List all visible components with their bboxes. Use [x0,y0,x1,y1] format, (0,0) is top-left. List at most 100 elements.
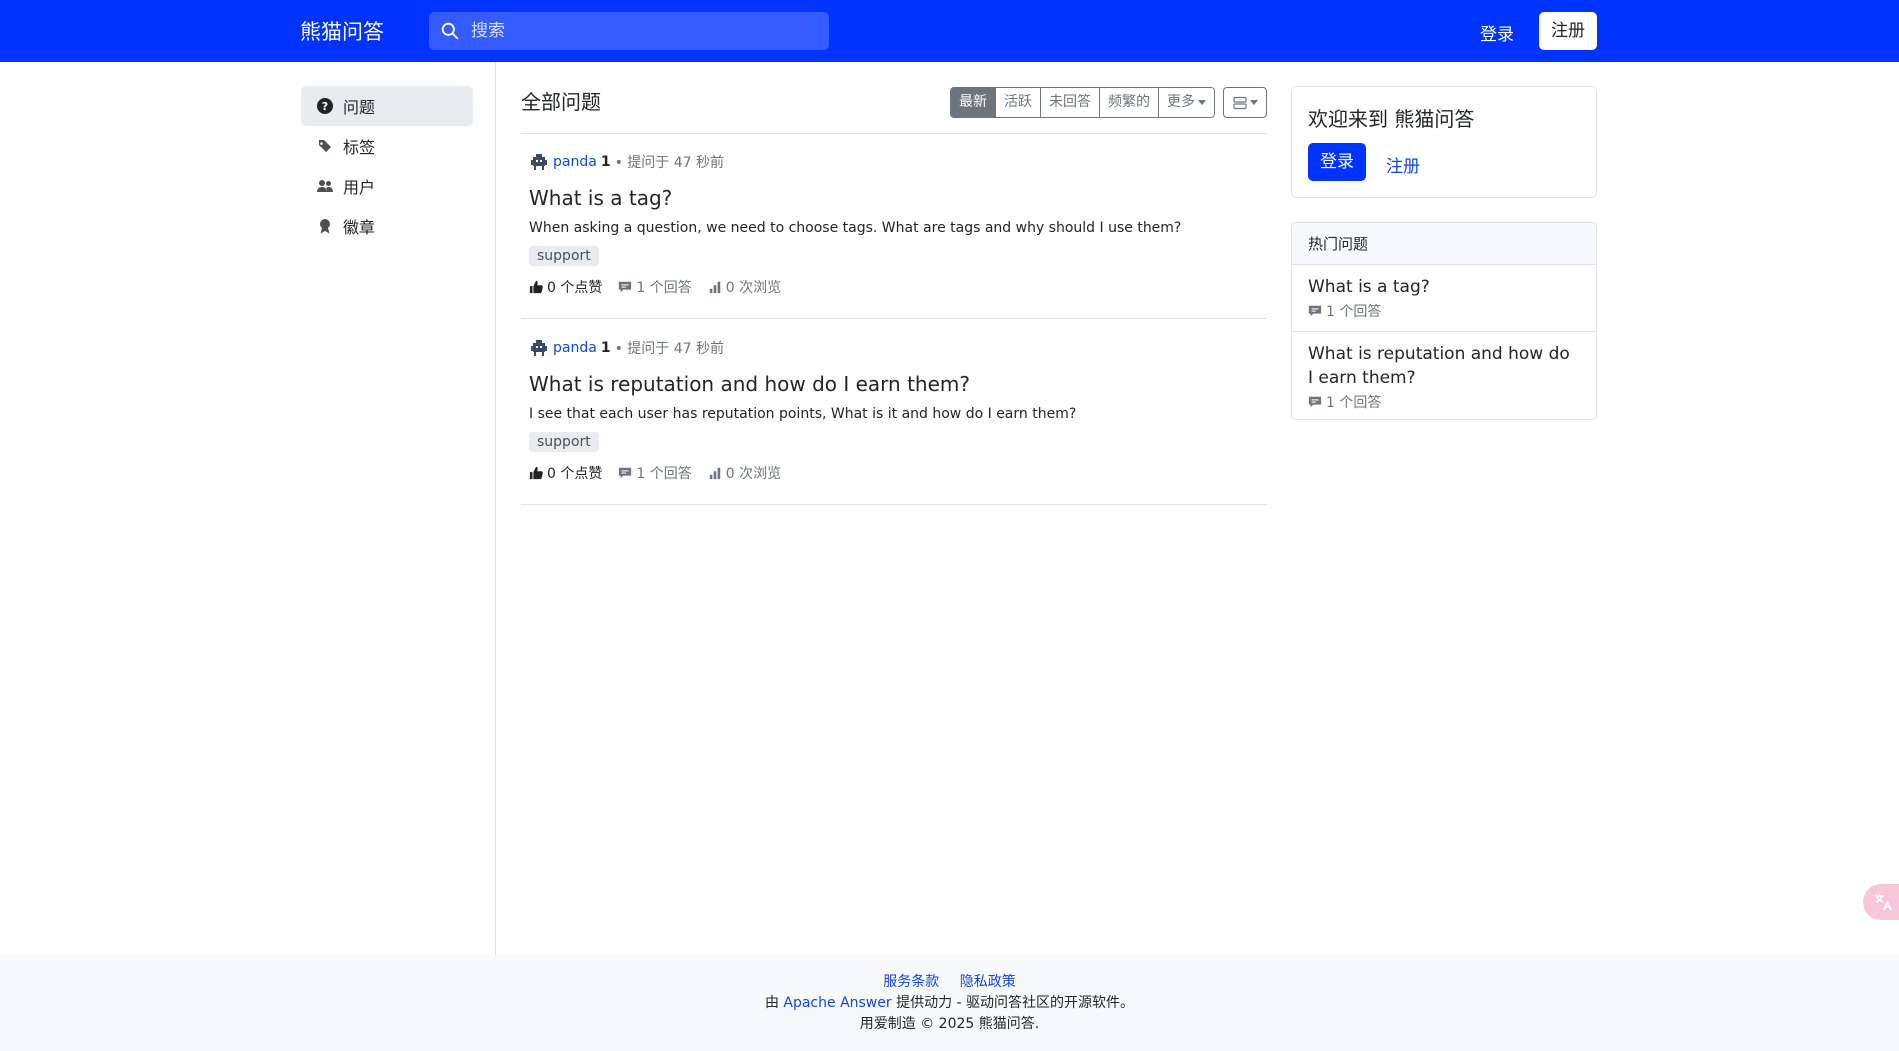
welcome-card: 欢迎来到 熊猫问答 登录 注册 [1291,86,1597,198]
answers-label: 1 个回答 [1326,395,1382,411]
sidebar-item-label: 标签 [343,138,376,157]
view-mode-dropdown[interactable] [1223,87,1267,118]
tag-badge[interactable]: support [529,246,599,266]
user-avatar-icon [531,154,547,170]
filter-frequent[interactable]: 频繁的 [1100,88,1159,117]
page-footer: 服务条款 隐私政策 由 Apache Answer 提供动力 - 驱动问答社区的… [0,955,1899,1051]
welcome-title: 欢迎来到 熊猫问答 [1308,107,1475,131]
award-icon [317,218,333,234]
search-icon [441,22,459,40]
hot-question-link[interactable]: What is reputation and how do I earn the… [1308,342,1580,390]
comment-icon [619,467,632,479]
header-login-link[interactable]: 登录 [1480,20,1514,45]
search-box[interactable] [429,12,829,50]
answers-label: 1 个回答 [636,280,692,296]
votes-label: 0 个点赞 [547,280,603,296]
sort-filter-group: 最新 活跃 未回答 频繁的 更多 [950,87,1215,118]
question-excerpt: When asking a question, we need to choos… [529,220,1182,236]
hot-question-answers: 1 个回答 [1308,392,1580,412]
top-navbar: 熊猫问答 登录 注册 [0,0,1899,62]
page-title: 全部问题 [521,90,601,114]
bar-chart-icon [709,467,720,480]
hot-question-item: What is reputation and how do I earn the… [1292,332,1596,419]
svg-text:?: ? [322,100,328,113]
thumbs-up-icon [529,280,543,294]
tag-badge[interactable]: support [529,432,599,452]
user-avatar-icon [531,340,547,356]
powered-prefix: 由 [764,995,784,1011]
sidebar-item-label: 用户 [343,178,376,197]
hot-question-link[interactable]: What is a tag? [1308,275,1580,299]
question-meta: panda 1 • 提问于 47 秒前 [529,338,1259,358]
search-input[interactable] [471,12,811,50]
asked-time: • 提问于 47 秒前 [614,155,724,171]
brand-logo[interactable]: 熊猫问答 [300,16,384,46]
hot-question-answers: 1 个回答 [1308,301,1580,321]
welcome-signup-link[interactable]: 注册 [1386,152,1420,177]
author-reputation: 1 [600,154,611,170]
asked-time: • 提问于 47 秒前 [614,341,724,357]
powered-suffix: 提供动力 - 驱动问答社区的开源软件。 [891,995,1135,1011]
sidebar-item-label: 徽章 [343,218,376,237]
bar-chart-icon [709,281,720,294]
list-divider [521,318,1267,319]
welcome-login-button[interactable]: 登录 [1308,143,1366,181]
filter-unanswered[interactable]: 未回答 [1041,88,1100,117]
question-item: panda 1 • 提问于 47 秒前 What is reputation a… [529,338,1259,482]
answers-count: 1 个回答 [618,463,692,483]
answers-label: 1 个回答 [1326,304,1382,320]
translate-icon [1875,894,1892,911]
chevron-down-icon [1249,100,1258,105]
views-count: 0 次浏览 [708,277,781,297]
question-item: panda 1 • 提问于 47 秒前 What is a tag? When … [529,152,1259,296]
hot-questions-card: 热门问题 What is a tag? 1 个回答 What is reputa… [1291,222,1597,420]
filter-more-dropdown[interactable]: 更多 [1159,88,1214,117]
answers-label: 1 个回答 [636,466,692,482]
answers-count: 1 个回答 [618,277,692,297]
sidebar-divider [495,62,496,955]
question-excerpt: I see that each user has reputation poin… [529,406,1077,422]
sidebar-item-tags[interactable]: 标签 [301,126,473,166]
thumbs-up-icon [529,466,543,480]
header-signup-button[interactable]: 注册 [1539,12,1597,50]
sidebar-item-badges[interactable]: 徽章 [301,206,473,246]
apache-answer-link[interactable]: Apache Answer [783,995,891,1011]
question-circle-icon: ? [317,98,333,114]
votes-count: 0 个点赞 [529,463,602,483]
sidebar-item-label: 问题 [343,98,376,117]
sidebar-item-questions[interactable]: ? 问题 [301,86,473,126]
question-title-link[interactable]: What is reputation and how do I earn the… [529,372,1259,396]
question-author-link[interactable]: panda [553,154,597,170]
author-reputation: 1 [600,340,611,356]
votes-count: 0 个点赞 [529,277,602,297]
copyright: 用爱制造 © 2025 熊猫问答. [859,1016,1040,1032]
users-icon [317,178,333,194]
views-count: 0 次浏览 [708,463,781,483]
hot-question-item: What is a tag? 1 个回答 [1292,265,1596,332]
question-meta: panda 1 • 提问于 47 秒前 [529,152,1259,172]
list-view-icon [1232,96,1247,109]
privacy-link[interactable]: 隐私政策 [960,974,1016,990]
question-author-link[interactable]: panda [553,340,597,356]
tags-icon [317,138,333,154]
question-stats: 0 个点赞 1 个回答 0 次浏览 [529,278,1259,296]
filter-newest[interactable]: 最新 [951,88,996,117]
filter-active[interactable]: 活跃 [996,88,1041,117]
filter-more-label: 更多 [1167,94,1195,110]
hot-questions-title: 热门问题 [1292,223,1596,265]
translate-button[interactable] [1863,884,1899,920]
terms-link[interactable]: 服务条款 [883,974,939,990]
list-divider [521,504,1267,505]
footer-links: 服务条款 隐私政策 [0,971,1899,991]
powered-by: 由 Apache Answer 提供动力 - 驱动问答社区的开源软件。 [0,992,1899,1012]
question-stats: 0 个点赞 1 个回答 0 次浏览 [529,464,1259,482]
list-divider [521,133,1267,134]
sidebar-nav: ? 问题 标签 用户 徽章 [301,86,473,246]
views-label: 0 次浏览 [725,466,782,482]
comment-icon [1308,396,1322,408]
chevron-down-icon [1198,99,1206,105]
views-label: 0 次浏览 [725,280,782,296]
comment-icon [1308,305,1322,317]
sidebar-item-users[interactable]: 用户 [301,166,473,206]
question-title-link[interactable]: What is a tag? [529,186,1259,210]
